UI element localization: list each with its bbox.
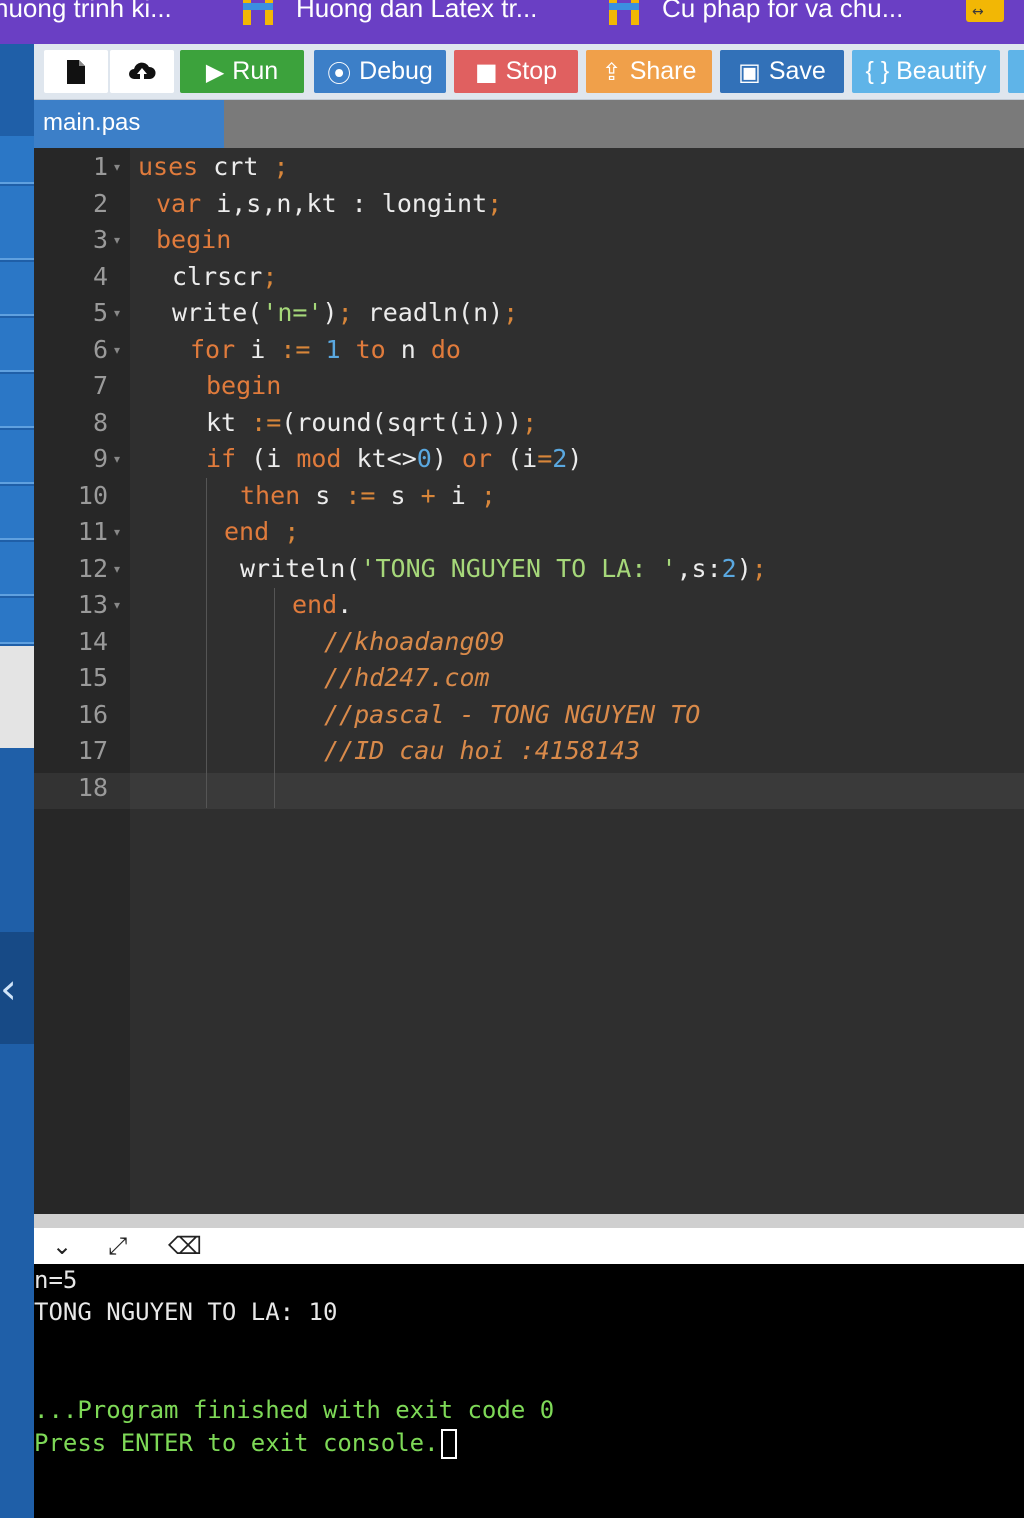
fold-arrow-icon[interactable]: ▾	[114, 222, 120, 258]
line-number: 13	[77, 590, 108, 619]
console-toolbar: ⌄ ⤢ ⌫	[34, 1228, 1024, 1264]
sidebar-item[interactable]	[0, 186, 34, 260]
console-line: ...Program finished with exit code 0	[34, 1396, 555, 1424]
browser-tab[interactable]: Huong dan Latex tr...	[240, 0, 537, 28]
line-number: 17	[77, 736, 108, 765]
fold-arrow-icon[interactable]: ▾	[114, 441, 120, 477]
line-number: 16	[77, 700, 108, 729]
sidebar-item[interactable]	[0, 646, 34, 748]
sidebar-item[interactable]	[0, 542, 34, 596]
fold-arrow-icon[interactable]: ▾	[114, 295, 120, 331]
code-line: end.	[292, 590, 353, 619]
fold-arrow-icon[interactable]: ▾	[114, 514, 120, 550]
file-tab-main[interactable]: main.pas	[34, 100, 224, 148]
code-line: clrscr;	[172, 262, 278, 291]
extension-icon[interactable]: ↔	[966, 0, 1004, 22]
sidebar-item[interactable]	[0, 598, 34, 644]
line-number: 7	[92, 371, 108, 400]
code-line: then s := s + i ;	[240, 481, 496, 510]
sidebar-item[interactable]	[0, 430, 34, 484]
browser-tab-label: Huong dan Latex tr...	[296, 0, 538, 23]
share-icon: ⇪	[601, 57, 622, 86]
text-cursor	[440, 1429, 457, 1459]
line-number: 2	[92, 189, 108, 218]
sidebar-item[interactable]	[0, 136, 34, 184]
sidebar-item[interactable]	[0, 486, 34, 540]
line-number: 11	[77, 517, 108, 546]
toolbar-overflow-button[interactable]	[1008, 50, 1024, 93]
left-sidebar: ‹	[0, 44, 34, 1518]
cloud-upload-icon	[129, 62, 156, 83]
code-line: var i,s,n,kt : longint;	[156, 189, 503, 218]
toolbar: ▶ Run ⦿ Debug ■ Stop ⇪ Share ▣ Save { } Beaut…	[34, 44, 1024, 100]
console-resize-handle[interactable]	[34, 1214, 1024, 1228]
stop-icon: ■	[474, 57, 498, 86]
browser-tab[interactable]: nuong trinh ki...	[0, 0, 172, 28]
code-line: if (i mod kt<>0) or (i=2)	[206, 444, 583, 473]
code-comment: //khoadang09	[324, 627, 505, 656]
sidebar-item[interactable]	[0, 262, 34, 316]
sidebar-item[interactable]	[0, 318, 34, 372]
line-number: 14	[77, 627, 108, 656]
sidebar-item[interactable]	[0, 374, 34, 428]
upload-button[interactable]	[110, 50, 174, 93]
line-number: 3	[92, 225, 108, 254]
console-line: Press ENTER to exit console.	[34, 1427, 457, 1459]
chevron-down-icon[interactable]: ⌄	[52, 1232, 72, 1260]
browser-tab-strip: nuong trinh ki... Huong dan Latex tr... …	[0, 0, 1024, 44]
save-button[interactable]: ▣ Save	[720, 50, 844, 93]
stop-button[interactable]: ■ Stop	[454, 50, 578, 93]
site-logo-icon	[606, 0, 642, 25]
line-number: 1	[92, 152, 108, 181]
line-number: 15	[77, 663, 108, 692]
line-number: 4	[92, 262, 108, 291]
code-comment: //pascal - TONG NGUYEN TO	[324, 700, 701, 729]
save-icon: ▣	[738, 57, 761, 86]
code-line: writeln('TONG NGUYEN TO LA: ',s:2);	[240, 554, 767, 583]
line-number: 18	[77, 773, 108, 802]
code-comment: //hd247.com	[324, 663, 490, 692]
browser-tab-label: nuong trinh ki...	[0, 0, 172, 23]
file-tab-bar: main.pas	[34, 100, 1024, 148]
fold-arrow-icon[interactable]: ▾	[114, 551, 120, 587]
collapse-sidebar-icon[interactable]: ‹	[0, 932, 34, 1044]
code-line: begin	[156, 225, 232, 254]
indent-guide	[206, 478, 207, 808]
fold-arrow-icon[interactable]: ▾	[114, 149, 120, 185]
active-line-highlight	[34, 773, 1024, 809]
share-button[interactable]: ⇪ Share	[586, 50, 712, 93]
line-number: 8	[92, 408, 108, 437]
play-icon: ▶	[205, 57, 225, 86]
debug-button[interactable]: ⦿ Debug	[314, 50, 446, 93]
expand-icon[interactable]: ⤢	[108, 1232, 127, 1260]
code-line: kt :=(round(sqrt(i)));	[206, 408, 538, 437]
clear-console-icon[interactable]: ⌫	[168, 1232, 202, 1260]
code-editor[interactable]: 1 2 3 4 5 6 7 8 9 10 11 12 13 14 15 16 1…	[34, 148, 1024, 1214]
file-icon	[67, 59, 85, 84]
code-line: for i := 1 to n do	[190, 335, 461, 364]
debug-icon: ⦿	[327, 60, 352, 88]
new-file-button[interactable]	[44, 50, 108, 93]
site-logo-icon	[240, 0, 276, 25]
line-number: 10	[77, 481, 108, 510]
code-line: end ;	[224, 517, 300, 546]
beautify-button[interactable]: { } Beautify	[852, 50, 1000, 93]
run-button[interactable]: ▶ Run	[180, 50, 304, 93]
line-number: 6	[92, 335, 108, 364]
console-output[interactable]: n=5 TONG NGUYEN TO LA: 10 ...Program fin…	[34, 1264, 1024, 1518]
browser-tab-label: Cu phap for va chu...	[662, 0, 904, 23]
line-number: 5	[92, 298, 108, 327]
console-line: TONG NGUYEN TO LA: 10	[34, 1298, 338, 1326]
line-number: 12	[77, 554, 108, 583]
fold-arrow-icon[interactable]: ▾	[114, 587, 120, 623]
code-line: write('n='); readln(n);	[172, 298, 519, 327]
code-line: begin	[206, 371, 282, 400]
indent-guide	[274, 588, 275, 808]
code-line: uses crt ;	[138, 152, 289, 181]
console-line: n=5	[34, 1266, 78, 1294]
fold-arrow-icon[interactable]: ▾	[114, 332, 120, 368]
line-number: 9	[92, 444, 108, 473]
browser-tab[interactable]: Cu phap for va chu...	[606, 0, 903, 28]
code-comment: //ID cau hoi :4158143	[324, 736, 641, 765]
